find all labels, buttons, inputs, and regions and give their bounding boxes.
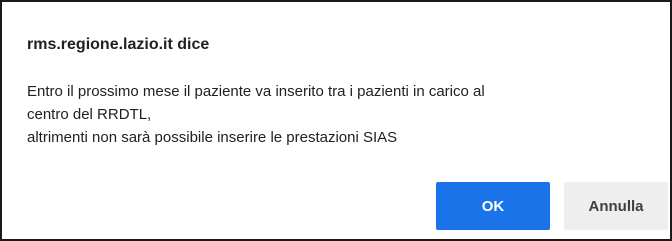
message-line-1: Entro il prossimo mese il paziente va in… <box>27 83 485 100</box>
message-line-3: altrimenti non sarà possibile inserire l… <box>27 129 398 146</box>
dialog-message: Entro il prossimo mese il paziente va in… <box>27 80 652 149</box>
message-line-2: centro del RRDTL, <box>27 106 152 123</box>
alert-dialog: rms.regione.lazio.it dice Entro il pross… <box>0 0 672 241</box>
ok-button[interactable]: OK <box>436 182 550 230</box>
dialog-title: rms.regione.lazio.it dice <box>27 36 210 53</box>
cancel-button[interactable]: Annulla <box>564 182 668 230</box>
